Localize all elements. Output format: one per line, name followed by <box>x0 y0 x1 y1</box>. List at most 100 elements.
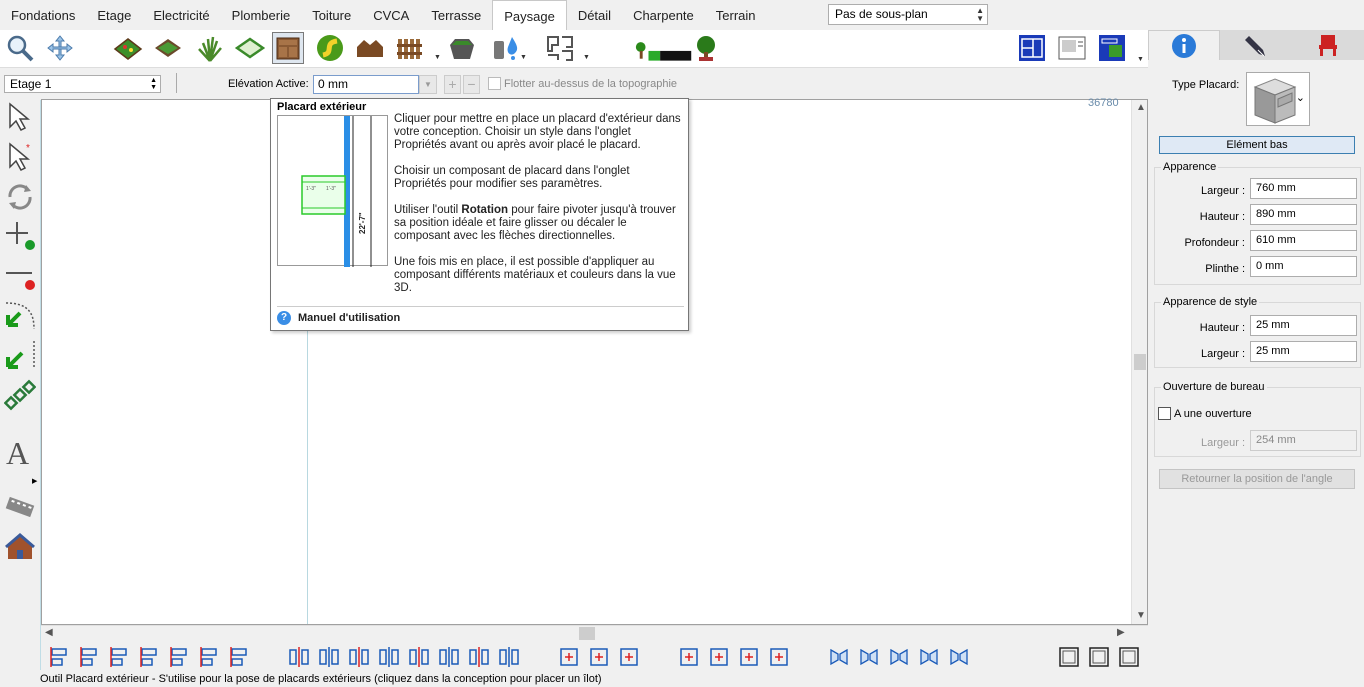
distribute-question-icon[interactable] <box>377 645 401 669</box>
appearance-field-input[interactable]: 890 mm <box>1250 204 1357 225</box>
help-icon[interactable]: ? <box>277 311 291 325</box>
tab-d-tail[interactable]: Détail <box>567 0 622 30</box>
fit-height-icon[interactable] <box>677 645 701 669</box>
site-plan-icon[interactable] <box>1096 32 1128 64</box>
fit-center-icon[interactable] <box>737 645 761 669</box>
resize-width-icon[interactable] <box>557 645 581 669</box>
distribute-center-icon[interactable] <box>317 645 341 669</box>
chain-icon[interactable] <box>3 377 37 413</box>
horizontal-scrollbar[interactable]: ◀ ▶ <box>41 625 1148 641</box>
tab-terrasse[interactable]: Terrasse <box>420 0 492 30</box>
copy-icon[interactable] <box>827 645 851 669</box>
mirror-top-icon[interactable] <box>887 645 911 669</box>
garden-bed-icon[interactable] <box>112 32 144 64</box>
element-type-button[interactable]: Elément bas <box>1159 136 1355 154</box>
resize-both-icon[interactable] <box>617 645 641 669</box>
arc-icon[interactable] <box>3 297 37 333</box>
cabinet-type-selector[interactable]: ⌄ <box>1246 72 1310 126</box>
scroll-thumb[interactable] <box>1134 354 1146 370</box>
distribute-rows-icon[interactable] <box>437 645 461 669</box>
tab-info[interactable] <box>1148 30 1220 60</box>
align-top-icon[interactable] <box>167 645 191 669</box>
chevron-down-icon[interactable]: ▼ <box>419 75 437 94</box>
tab-plomberie[interactable]: Plomberie <box>221 0 302 30</box>
dropdown-arrow-icon[interactable]: ▼ <box>434 54 441 61</box>
arc-break-icon[interactable] <box>3 337 37 373</box>
add-point-icon[interactable] <box>3 217 37 253</box>
film-icon[interactable] <box>3 489 37 525</box>
minus-icon[interactable]: − <box>463 75 480 94</box>
mirror-left-icon[interactable] <box>857 645 881 669</box>
style-field-input[interactable]: 25 mm <box>1250 315 1357 336</box>
align-right-icon[interactable] <box>107 645 131 669</box>
scroll-down-icon[interactable]: ▼ <box>1136 610 1146 621</box>
scroll-thumb[interactable] <box>579 627 595 640</box>
scroll-left-icon[interactable]: ◀ <box>45 627 53 638</box>
style-field-input[interactable]: 25 mm <box>1250 341 1357 362</box>
align-middle-icon[interactable] <box>197 645 221 669</box>
appearance-field-input[interactable]: 0 mm <box>1250 256 1357 277</box>
house-icon[interactable] <box>3 529 37 565</box>
path-icon[interactable] <box>314 32 346 64</box>
scroll-up-icon[interactable]: ▲ <box>1136 102 1146 113</box>
shed-icon[interactable] <box>354 32 386 64</box>
zoom-icon[interactable] <box>4 32 36 64</box>
corner-frame-icon[interactable] <box>1117 645 1141 669</box>
dropdown-arrow-icon[interactable]: ▶ <box>32 477 37 485</box>
outdoor-cabinet-icon[interactable] <box>272 32 304 64</box>
opening-checkbox[interactable] <box>1158 407 1171 420</box>
tab-style[interactable] <box>1220 30 1292 60</box>
tab-toiture[interactable]: Toiture <box>301 0 362 30</box>
align-left-icon[interactable] <box>47 645 71 669</box>
distribute-h-icon[interactable] <box>287 645 311 669</box>
align-bottom-icon[interactable] <box>227 645 251 669</box>
tab-charpente[interactable]: Charpente <box>622 0 705 30</box>
planter-icon[interactable] <box>446 32 478 64</box>
pan-icon[interactable] <box>44 32 76 64</box>
float-checkbox[interactable] <box>488 77 501 90</box>
select-arrow-icon[interactable] <box>3 99 37 135</box>
paver-pattern-icon[interactable] <box>544 32 576 64</box>
scroll-right-icon[interactable]: ▶ <box>1117 627 1125 638</box>
tab-objects[interactable] <box>1292 30 1364 60</box>
appearance-field-input[interactable]: 610 mm <box>1250 230 1357 251</box>
resize-height-icon[interactable] <box>587 645 611 669</box>
level-select[interactable]: Etage 1 ▲ ▼ <box>4 75 161 93</box>
stretch-v-icon[interactable] <box>497 645 521 669</box>
text-icon[interactable]: A <box>3 433 37 469</box>
tab-paysage[interactable]: Paysage <box>492 0 567 30</box>
mirror-both-icon[interactable] <box>917 645 941 669</box>
fit-box-icon[interactable] <box>707 645 731 669</box>
layout-view-icon[interactable] <box>1056 32 1088 64</box>
raised-bed-icon[interactable] <box>152 32 184 64</box>
rotate-icon[interactable] <box>3 179 37 215</box>
frame-icon[interactable] <box>1057 645 1081 669</box>
distribute-v-icon[interactable] <box>467 645 491 669</box>
appearance-field-input[interactable]: 760 mm <box>1250 178 1357 199</box>
dropdown-arrow-icon[interactable]: ▼ <box>520 54 527 61</box>
multi-select-icon[interactable]: * <box>3 139 37 175</box>
tab-terrain[interactable]: Terrain <box>705 0 767 30</box>
grass-icon[interactable] <box>194 32 226 64</box>
double-frame-icon[interactable] <box>1087 645 1111 669</box>
center-target-icon[interactable] <box>137 645 161 669</box>
water-feature-icon[interactable] <box>490 32 522 64</box>
vertical-scrollbar[interactable]: ▲ ▼ <box>1131 100 1147 624</box>
plus-icon[interactable]: + <box>444 75 461 94</box>
user-manual-link[interactable]: Manuel d'utilisation <box>298 312 400 324</box>
tree-icon[interactable] <box>690 32 722 64</box>
tab-fondations[interactable]: Fondations <box>0 0 86 30</box>
tab-cvca[interactable]: CVCA <box>362 0 420 30</box>
tab-etage[interactable]: Etage <box>86 0 142 30</box>
subplan-select[interactable]: Pas de sous-plan ▲ ▼ <box>828 4 988 25</box>
fence-icon[interactable] <box>394 32 426 64</box>
mirror-bottom-icon[interactable] <box>947 645 971 669</box>
dropdown-arrow-icon[interactable]: ▼ <box>583 54 590 61</box>
tab-electricit-[interactable]: Electricité <box>142 0 220 30</box>
distribute-right-icon[interactable] <box>347 645 371 669</box>
elevation-input[interactable]: 0 mm <box>313 75 419 94</box>
fit-shrink-icon[interactable] <box>767 645 791 669</box>
border-bed-icon[interactable] <box>234 32 266 64</box>
dropdown-arrow-icon[interactable]: ▼ <box>1137 56 1144 63</box>
align-rows-icon[interactable] <box>407 645 431 669</box>
